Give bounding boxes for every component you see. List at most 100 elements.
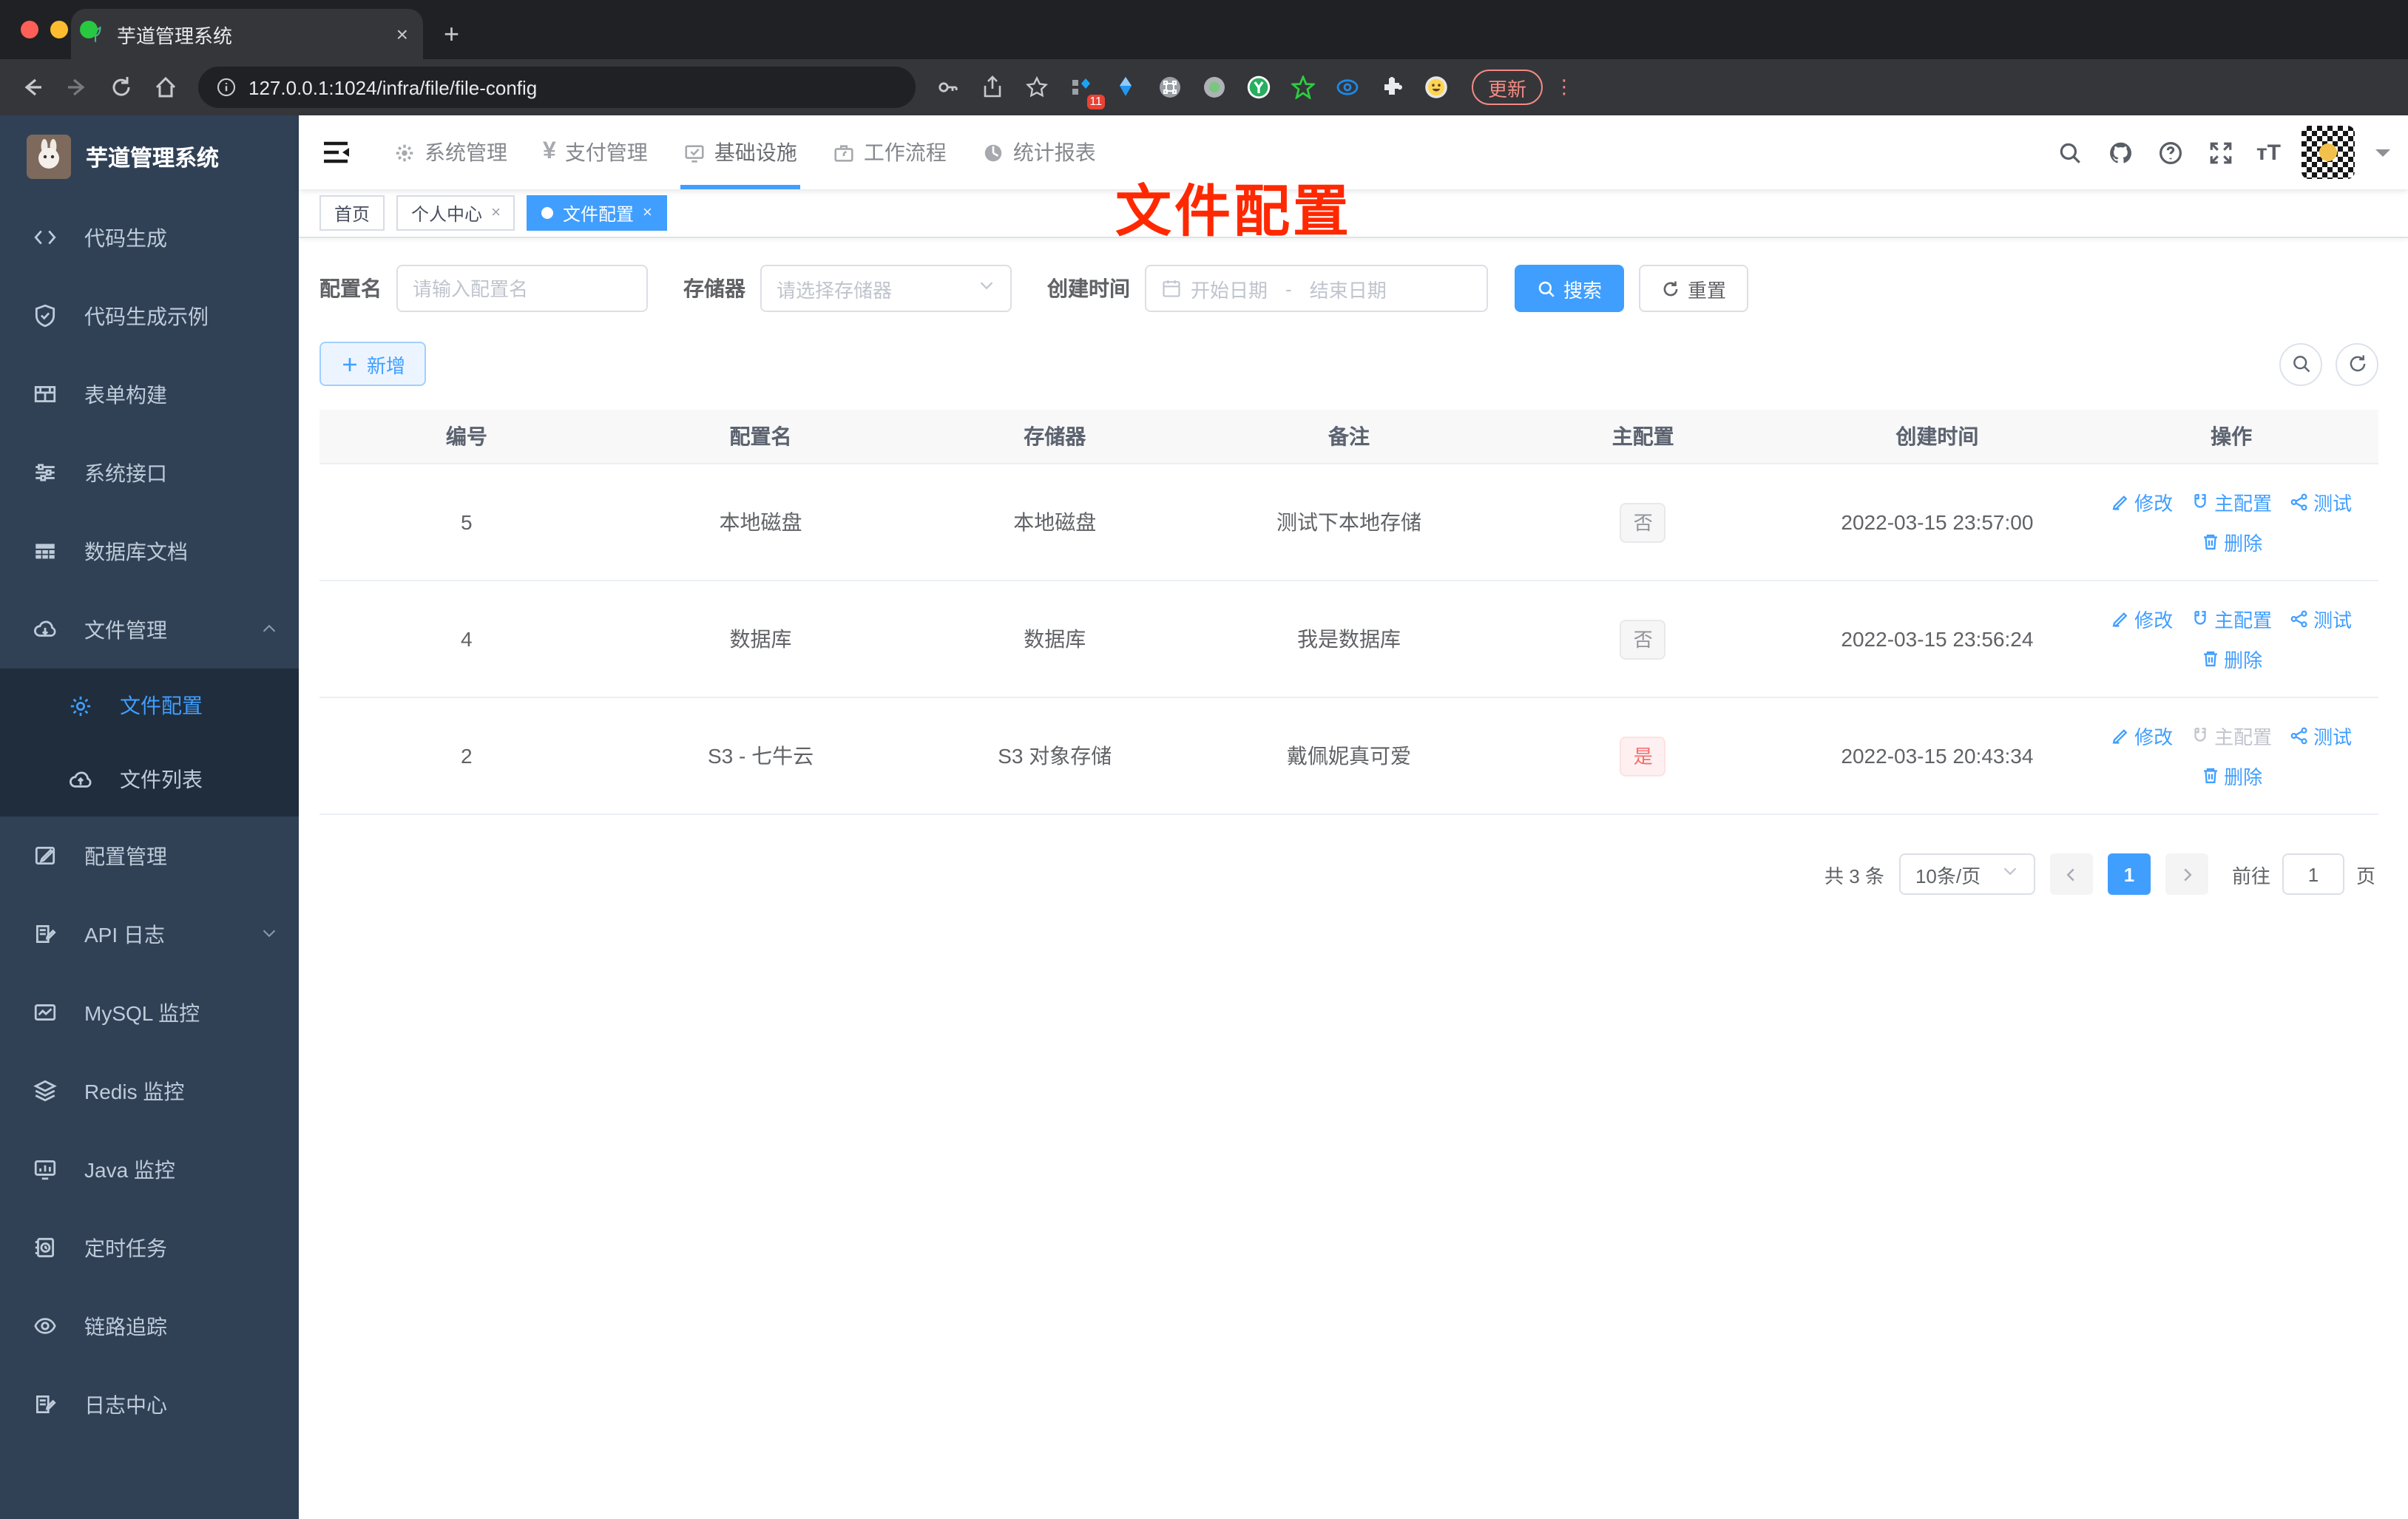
storage-select[interactable]: 请选择存储器 [760,265,1012,312]
sidebar-item-db-doc[interactable]: 数据库文档 [0,512,299,590]
config-name-input[interactable] [396,265,648,312]
page-number-button[interactable]: 1 [2107,853,2151,895]
home-icon[interactable] [148,70,183,105]
extension-eye-icon[interactable] [1330,70,1365,105]
avatar[interactable] [2302,126,2355,179]
close-icon[interactable]: × [643,204,652,222]
extension-y-icon[interactable] [1241,70,1276,105]
edit-link[interactable]: 修改 [2111,605,2173,633]
logo-avatar [27,135,71,179]
bookmark-star-icon[interactable] [1019,70,1055,105]
sidebar-item-label: 数据库文档 [84,539,188,563]
nav-item-payment-management[interactable]: ¥ 支付管理 [525,115,666,189]
extension-dot-icon[interactable] [1197,70,1232,105]
fullscreen-icon[interactable] [2206,138,2236,167]
minimize-window-button[interactable] [50,21,68,38]
test-link[interactable]: 测试 [2290,722,2352,750]
avatar-dropdown-caret-icon[interactable] [2375,149,2390,164]
timer-notebook-icon [35,1237,55,1258]
help-icon[interactable] [2156,138,2185,167]
set-master-link[interactable]: 主配置 [2191,488,2272,516]
refresh-table-button[interactable] [2336,342,2378,385]
nav-item-label: 基础设施 [714,141,797,164]
file-management-submenu: 文件配置 文件列表 [0,669,299,816]
sidebar-item-redis-monitor[interactable]: Redis 监控 [0,1052,299,1130]
add-button[interactable]: 新增 [319,342,427,386]
edit-link[interactable]: 修改 [2111,488,2173,516]
app-logo[interactable]: 芋道管理系统 [0,115,299,198]
sidebar-item-scheduled-tasks[interactable]: 定时任务 [0,1208,299,1287]
sidebar-item-java-monitor[interactable]: Java 监控 [0,1130,299,1208]
profile-emoji-icon[interactable] [1418,70,1454,105]
document-edit-icon [35,1395,56,1414]
search-icon[interactable] [2055,138,2085,167]
new-tab-button[interactable]: + [444,19,459,50]
browser-menu-icon[interactable]: ⋮ [1555,75,1574,99]
tag-home[interactable]: 首页 [319,195,385,231]
sidebar-item-file-list[interactable]: 文件列表 [0,742,299,816]
sidebar-item-code-generation[interactable]: 代码生成 [0,198,299,277]
browser-tab[interactable]: 芋道管理系统 × [71,9,423,59]
test-link[interactable]: 测试 [2290,605,2352,633]
reset-button[interactable]: 重置 [1639,265,1749,312]
sidebar-item-trace[interactable]: 链路追踪 [0,1287,299,1365]
page-size-select[interactable]: 10条/页 [1898,853,2035,895]
sidebar-item-file-management[interactable]: 文件管理 [0,590,299,669]
yen-icon: ¥ [543,139,556,164]
back-icon[interactable] [15,70,50,105]
maximize-window-button[interactable] [80,21,98,38]
forward-icon[interactable] [59,70,95,105]
prev-page-button[interactable] [2049,853,2093,895]
extensions-puzzle-icon[interactable] [1374,70,1410,105]
set-master-link[interactable]: 主配置 [2191,605,2272,633]
total-count: 共 3 条 [1824,865,1884,887]
nav-item-workflow[interactable]: 工作流程 [815,115,964,189]
sidebar-item-log-center[interactable]: 日志中心 [0,1365,299,1444]
window-controls[interactable] [21,21,98,38]
sidebar-item-mysql-monitor[interactable]: MySQL 监控 [0,973,299,1052]
password-key-icon[interactable] [930,70,966,105]
edit-square-icon [35,846,55,865]
table-icon [35,544,55,559]
extension-star-icon[interactable] [1285,70,1321,105]
close-icon[interactable]: × [491,204,501,222]
collapse-sidebar-icon[interactable] [319,136,352,169]
layers-icon [33,1080,57,1102]
cloud-upload-icon [70,771,92,787]
sidebar-item-system-api[interactable]: 系统接口 [0,433,299,512]
sidebar-item-config-management[interactable]: 配置管理 [0,816,299,895]
sidebar-item-file-config[interactable]: 文件配置 [0,669,299,742]
share-icon[interactable] [975,70,1010,105]
reload-icon[interactable] [104,70,139,105]
sidebar-item-label: MySQL 监控 [84,1001,200,1024]
nav-item-system-management[interactable]: 系统管理 [376,115,525,189]
toggle-search-button[interactable] [2279,342,2322,385]
sidebar-item-label: 链路追踪 [84,1314,167,1338]
url-bar[interactable]: 127.0.0.1:1024/infra/file/file-config [198,67,916,108]
tag-profile[interactable]: 个人中心 × [396,195,515,231]
github-icon[interactable] [2106,138,2135,167]
extension-kite-icon[interactable] [1108,70,1143,105]
font-size-icon[interactable]: тT [2256,140,2281,165]
nav-item-statistics[interactable]: 统计报表 [964,115,1114,189]
close-window-button[interactable] [21,21,38,38]
sidebar-item-api-log[interactable]: API 日志 [0,895,299,973]
delete-link[interactable]: 删除 [2200,528,2262,556]
extension-pinned-icon[interactable]: 11 [1063,70,1105,109]
test-link[interactable]: 测试 [2290,488,2352,516]
next-page-button[interactable] [2165,853,2208,895]
edit-link[interactable]: 修改 [2111,722,2173,750]
sidebar-item-code-gen-example[interactable]: 代码生成示例 [0,277,299,355]
goto-page-input[interactable] [2282,853,2344,895]
browser-update-button[interactable]: 更新 [1472,70,1543,105]
tag-file-config[interactable]: 文件配置 × [527,195,667,231]
date-range-picker[interactable]: 开始日期 - 结束日期 [1145,265,1488,312]
site-info-icon[interactable] [216,77,237,98]
extension-command-icon[interactable] [1152,70,1188,105]
delete-link[interactable]: 删除 [2200,762,2262,790]
nav-item-infrastructure[interactable]: 基础设施 [666,115,815,189]
sidebar-item-form-builder[interactable]: 表单构建 [0,355,299,433]
delete-link[interactable]: 删除 [2200,645,2262,673]
search-button[interactable]: 搜索 [1515,265,1625,312]
tab-close-icon[interactable]: × [396,22,408,46]
